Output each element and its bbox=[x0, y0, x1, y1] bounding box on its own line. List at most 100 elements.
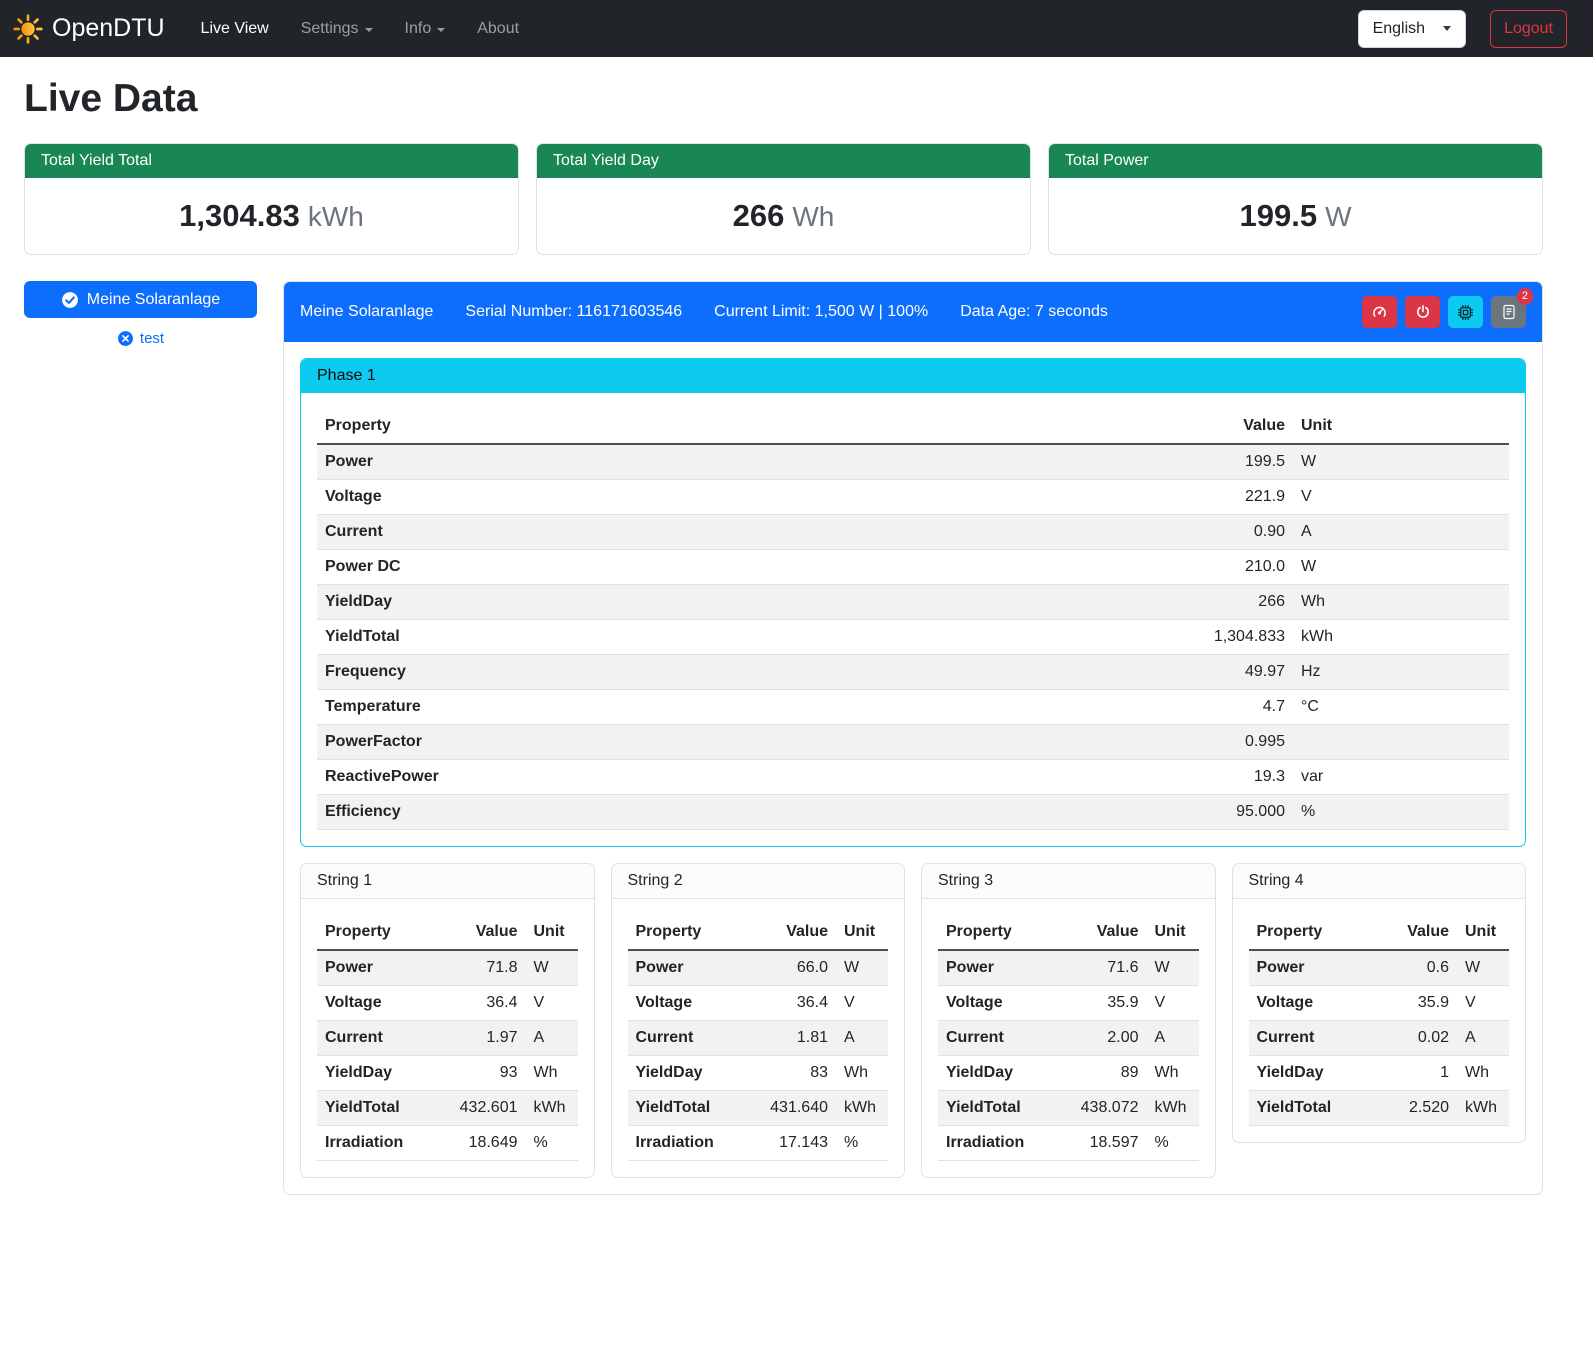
property-cell: YieldDay bbox=[1249, 1056, 1373, 1091]
total-yield-total-unit: kWh bbox=[308, 201, 364, 232]
chevron-down-icon bbox=[437, 28, 445, 32]
property-cell: Power bbox=[317, 950, 441, 986]
value-cell: 432.601 bbox=[441, 1091, 526, 1126]
unit-cell: A bbox=[1147, 1021, 1199, 1056]
string-card-body: Property Value Unit Power0.6WVoltage35.9… bbox=[1233, 899, 1526, 1142]
table-row: Current2.00A bbox=[938, 1021, 1199, 1056]
property-cell: YieldDay bbox=[938, 1056, 1062, 1091]
data-age: Data Age: 7 seconds bbox=[960, 303, 1108, 321]
nav-about[interactable]: About bbox=[463, 12, 533, 46]
table-row: YieldTotal1,304.833kWh bbox=[317, 620, 1509, 655]
total-yield-day-unit: Wh bbox=[792, 201, 834, 232]
nav-live-view[interactable]: Live View bbox=[187, 12, 283, 46]
top-navbar: OpenDTU Live View Settings Info About En… bbox=[0, 0, 1593, 57]
unit-cell: V bbox=[1293, 480, 1509, 515]
limit-settings-button[interactable] bbox=[1362, 296, 1397, 328]
string-table: Property Value Unit Power0.6WVoltage35.9… bbox=[1249, 915, 1510, 1126]
phase-table: Property Value Unit Power199.5WVoltage22… bbox=[317, 409, 1509, 830]
property-cell: Irradiation bbox=[317, 1126, 441, 1161]
table-row: YieldTotal2.520kWh bbox=[1249, 1091, 1510, 1126]
inverter-panel-header: Meine Solaranlage Serial Number: 1161716… bbox=[284, 282, 1542, 342]
nav-links: Live View Settings Info About bbox=[187, 12, 534, 46]
unit-cell: var bbox=[1293, 760, 1509, 795]
value-cell: 0.90 bbox=[1163, 515, 1293, 550]
value-cell: 71.8 bbox=[441, 950, 526, 986]
string-card-title: String 1 bbox=[301, 864, 594, 899]
nav-info[interactable]: Info bbox=[391, 12, 460, 46]
serial-number: Serial Number: 116171603546 bbox=[465, 303, 682, 321]
value-cell: 18.597 bbox=[1062, 1126, 1147, 1161]
table-row: Power199.5W bbox=[317, 444, 1509, 480]
table-row: Power71.8W bbox=[317, 950, 578, 986]
logout-button[interactable]: Logout bbox=[1490, 10, 1567, 48]
table-row: YieldDay89Wh bbox=[938, 1056, 1199, 1091]
table-row: YieldTotal438.072kWh bbox=[938, 1091, 1199, 1126]
unit-cell: % bbox=[526, 1126, 578, 1161]
value-cell: 35.9 bbox=[1062, 986, 1147, 1021]
property-cell: Power bbox=[628, 950, 752, 986]
property-cell: Voltage bbox=[317, 986, 441, 1021]
unit-cell: kWh bbox=[836, 1091, 888, 1126]
language-select-value: English bbox=[1373, 20, 1425, 38]
total-yield-day-value: 266 bbox=[733, 198, 785, 233]
power-button[interactable] bbox=[1405, 296, 1440, 328]
inverter-name: Meine Solaranlage bbox=[300, 303, 433, 321]
column-header-unit: Unit bbox=[836, 915, 888, 950]
inverter-item-test[interactable]: test bbox=[24, 330, 257, 347]
property-cell: Current bbox=[317, 1021, 441, 1056]
table-row: Power0.6W bbox=[1249, 950, 1510, 986]
card-header: Total Yield Day bbox=[537, 144, 1030, 178]
total-power-card: Total Power 199.5W bbox=[1048, 143, 1543, 255]
unit-cell: % bbox=[1293, 795, 1509, 830]
unit-cell: A bbox=[526, 1021, 578, 1056]
value-cell: 0.995 bbox=[1163, 725, 1293, 760]
table-row: Power66.0W bbox=[628, 950, 889, 986]
unit-cell: kWh bbox=[1147, 1091, 1199, 1126]
nav-about-label: About bbox=[477, 20, 519, 38]
phase-card-title: Phase 1 bbox=[301, 359, 1525, 393]
property-cell: YieldTotal bbox=[1249, 1091, 1373, 1126]
table-row: Power DC210.0W bbox=[317, 550, 1509, 585]
column-header-value: Value bbox=[1372, 915, 1457, 950]
table-row: Current0.02A bbox=[1249, 1021, 1510, 1056]
string-table: Property Value Unit Power71.6WVoltage35.… bbox=[938, 915, 1199, 1161]
total-yield-day-card: Total Yield Day 266Wh bbox=[536, 143, 1031, 255]
unit-cell: A bbox=[836, 1021, 888, 1056]
table-row: YieldTotal431.640kWh bbox=[628, 1091, 889, 1126]
property-cell: Temperature bbox=[317, 690, 1163, 725]
unit-cell: Wh bbox=[836, 1056, 888, 1091]
nav-settings[interactable]: Settings bbox=[287, 12, 387, 46]
table-header-row: Property Value Unit bbox=[317, 915, 578, 950]
column-header-value: Value bbox=[441, 915, 526, 950]
table-row: Voltage35.9V bbox=[938, 986, 1199, 1021]
unit-cell: W bbox=[1293, 444, 1509, 480]
language-select[interactable]: English bbox=[1358, 10, 1466, 48]
property-cell: Power bbox=[938, 950, 1062, 986]
unit-cell: Wh bbox=[1293, 585, 1509, 620]
table-row: YieldDay83Wh bbox=[628, 1056, 889, 1091]
unit-cell: °C bbox=[1293, 690, 1509, 725]
unit-cell: Hz bbox=[1293, 655, 1509, 690]
property-cell: Frequency bbox=[317, 655, 1163, 690]
unit-cell: % bbox=[1147, 1126, 1199, 1161]
value-cell: 1.81 bbox=[751, 1021, 836, 1056]
unit-cell: W bbox=[526, 950, 578, 986]
property-cell: Voltage bbox=[1249, 986, 1373, 1021]
string-table: Property Value Unit Power71.8WVoltage36.… bbox=[317, 915, 578, 1161]
value-cell: 4.7 bbox=[1163, 690, 1293, 725]
table-row: Irradiation17.143% bbox=[628, 1126, 889, 1161]
unit-cell: W bbox=[1457, 950, 1509, 986]
event-log-button[interactable]: 2 bbox=[1491, 296, 1526, 328]
property-cell: Power DC bbox=[317, 550, 1163, 585]
property-cell: Current bbox=[1249, 1021, 1373, 1056]
string-card-1: String 1 Property Value Unit bbox=[300, 863, 595, 1178]
unit-cell: V bbox=[836, 986, 888, 1021]
brand: OpenDTU bbox=[12, 13, 165, 45]
device-info-button[interactable] bbox=[1448, 296, 1483, 328]
property-cell: Voltage bbox=[317, 480, 1163, 515]
brand-name: OpenDTU bbox=[52, 14, 165, 43]
unit-cell: W bbox=[1293, 550, 1509, 585]
sun-logo-icon bbox=[12, 13, 44, 45]
event-count-badge: 2 bbox=[1517, 288, 1533, 305]
inverter-item-selected[interactable]: Meine Solaranlage bbox=[24, 281, 257, 318]
